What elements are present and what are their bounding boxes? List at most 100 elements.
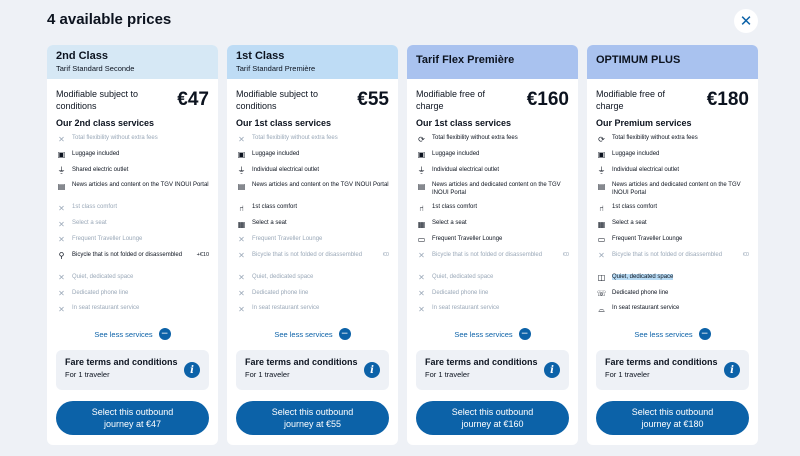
info-icon[interactable]: i — [544, 362, 560, 378]
x-icon: ✕ — [238, 251, 245, 261]
plug-icon: ⏚ — [237, 166, 246, 176]
service-label: Bicycle that is not folded or disassembl… — [612, 251, 723, 258]
service-label: Luggage included — [432, 150, 480, 157]
service-label: News articles and content on the TGV INO… — [252, 182, 389, 189]
price: €180 — [706, 89, 749, 110]
news-icon: ▤ — [417, 181, 426, 191]
service-label: Individual electrical outlet — [432, 166, 500, 173]
service-label: Shared electric outlet — [72, 166, 129, 173]
see-less-label: See less services — [634, 329, 693, 339]
service-label: In seat restaurant service — [612, 305, 680, 312]
news-icon: ▤ — [57, 181, 66, 191]
service-extra-price: €0 — [382, 251, 389, 258]
modifiable-text: Modifiable free of charge — [416, 89, 486, 111]
seat-icon: ⑁ — [239, 203, 244, 213]
seat-select-icon: ▦ — [597, 219, 606, 229]
service-item: ✕ Frequent Traveller Lounge — [56, 236, 209, 252]
card-title: 2nd Class — [56, 50, 108, 62]
info-icon[interactable]: i — [724, 362, 740, 378]
close-button[interactable]: ✕ — [734, 9, 758, 33]
service-item: ⌓ In seat restaurant service — [596, 305, 749, 321]
fare-terms-box[interactable]: Fare terms and conditions For 1 traveler… — [236, 350, 389, 390]
see-less-services-link[interactable]: See less services − — [587, 328, 758, 340]
modifiable-text: Modifiable subject to conditions — [236, 89, 319, 111]
price-row: Modifiable free of charge €180 — [587, 79, 758, 115]
services-list: ⟳ Total flexibility without extra fees ▣ … — [407, 135, 578, 321]
fare-terms-subtitle: For 1 traveler — [245, 370, 290, 379]
refresh-icon: ⟳ — [598, 134, 605, 144]
service-item: ✕ Bicycle that is not folded or disassem… — [416, 252, 569, 274]
select-outbound-button[interactable]: Select this outbound journey at €160 — [416, 401, 569, 435]
refresh-icon: ⟳ — [418, 134, 425, 144]
see-less-services-link[interactable]: See less services − — [227, 328, 398, 340]
service-label: Select a seat — [432, 220, 467, 227]
x-icon: ✕ — [598, 251, 605, 261]
see-less-label: See less services — [274, 329, 333, 339]
select-outbound-button[interactable]: Select this outbound journey at €47 — [56, 401, 209, 435]
x-icon: ✕ — [58, 235, 65, 245]
plug-icon: ⏚ — [597, 166, 606, 176]
service-item: ✕ In seat restaurant service — [236, 305, 389, 321]
card-header: 1st Class Tarif Standard Première — [227, 45, 398, 79]
service-label: Frequent Traveller Lounge — [432, 235, 503, 242]
x-icon: ✕ — [418, 273, 425, 283]
service-label: Select a seat — [72, 220, 107, 227]
service-item: ⏚ Individual electrical outlet — [596, 167, 749, 183]
x-icon: ✕ — [58, 134, 65, 144]
seat-icon: ⑁ — [599, 203, 604, 213]
service-label: 1st class comfort — [612, 204, 658, 211]
service-item: ▤ News articles and dedicated content on… — [416, 182, 569, 204]
x-icon: ✕ — [238, 304, 245, 314]
lounge-icon: ▭ — [417, 235, 426, 245]
modifiable-text: Modifiable free of charge — [596, 89, 666, 111]
card-title: Tarif Flex Première — [416, 54, 515, 66]
select-outbound-button[interactable]: Select this outbound journey at €55 — [236, 401, 389, 435]
card-title: OPTIMUM PLUS — [596, 54, 681, 66]
fare-terms-box[interactable]: Fare terms and conditions For 1 traveler… — [56, 350, 209, 390]
service-item: ⚲ Bicycle that is not folded or disassem… — [56, 252, 209, 274]
info-icon[interactable]: i — [184, 362, 200, 378]
service-item: ▦ Select a seat — [416, 220, 569, 236]
price-row: Modifiable subject to conditions €47 — [47, 79, 218, 115]
select-outbound-button[interactable]: Select this outbound journey at €180 — [596, 401, 749, 435]
fare-terms-box[interactable]: Fare terms and conditions For 1 traveler… — [416, 350, 569, 390]
service-item: ✕ Bicycle that is not folded or disassem… — [236, 252, 389, 274]
x-icon: ✕ — [238, 134, 245, 144]
see-less-services-link[interactable]: See less services − — [47, 328, 218, 340]
card-subtitle: Tarif Standard Première — [236, 64, 316, 73]
card-title: 1st Class — [236, 50, 285, 62]
service-item: ⏚ Individual electrical outlet — [236, 167, 389, 183]
service-item: ✕ In seat restaurant service — [416, 305, 569, 321]
services-title: Our Premium services — [596, 118, 692, 128]
lounge-icon: ▭ — [597, 235, 606, 245]
x-icon: ✕ — [58, 289, 65, 299]
collapse-icon: − — [158, 328, 171, 340]
fare-terms-title: Fare terms and conditions — [605, 357, 718, 367]
services-title: Our 2nd class services — [56, 118, 155, 128]
service-item: ▦ Select a seat — [236, 220, 389, 236]
service-label: Frequent Traveller Lounge — [72, 235, 143, 242]
service-item: ✕ Quiet, dedicated space — [416, 274, 569, 290]
see-less-services-link[interactable]: See less services − — [407, 328, 578, 340]
service-label: Dedicated phone line — [72, 289, 129, 296]
service-label: Quiet, dedicated space — [432, 273, 494, 280]
info-icon[interactable]: i — [364, 362, 380, 378]
fare-terms-box[interactable]: Fare terms and conditions For 1 traveler… — [596, 350, 749, 390]
service-label: Total flexibility without extra fees — [612, 135, 698, 141]
service-item: ⟳ Total flexibility without extra fees — [416, 135, 569, 151]
service-item: ✕ Dedicated phone line — [56, 290, 209, 306]
service-label: Luggage included — [252, 150, 300, 157]
modifiable-text: Modifiable subject to conditions — [56, 89, 139, 111]
service-label: Total flexibility without extra fees — [432, 135, 518, 141]
service-item: ▣ Luggage included — [416, 151, 569, 167]
service-item: ⏚ Shared electric outlet — [56, 167, 209, 183]
fare-terms-title: Fare terms and conditions — [245, 357, 358, 367]
fare-terms-title: Fare terms and conditions — [425, 357, 538, 367]
service-label: Luggage included — [612, 150, 660, 157]
services-list: ✕ Total flexibility without extra fees ▣ … — [47, 135, 218, 321]
service-label: Luggage included — [72, 150, 120, 157]
quiet-icon: ◫ — [597, 273, 606, 283]
service-label: Quiet, dedicated space — [252, 273, 314, 280]
x-icon: ✕ — [58, 304, 65, 314]
x-icon: ✕ — [418, 304, 425, 314]
